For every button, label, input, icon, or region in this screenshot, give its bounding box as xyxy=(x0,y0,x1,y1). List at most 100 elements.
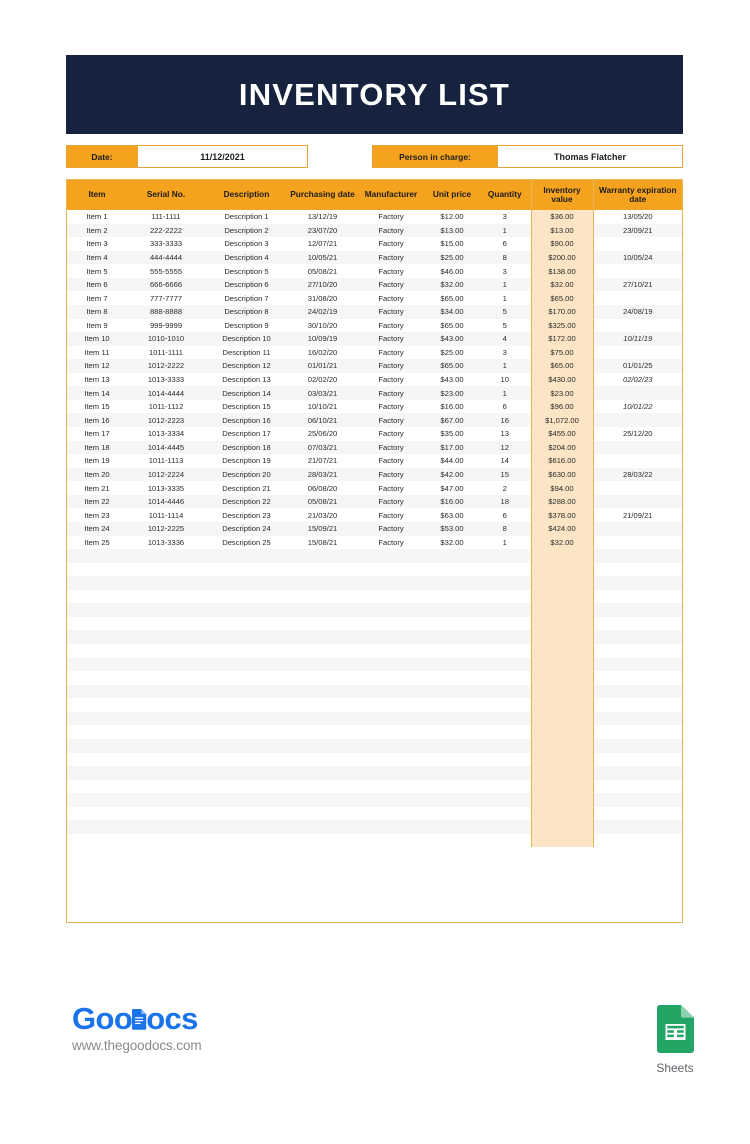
table-row[interactable]: Item 19 1011-1113 Description 19 21/07/21 Fa… xyxy=(67,454,682,468)
cell-inventory-value[interactable] xyxy=(530,766,594,780)
cell-unit-price[interactable]: $53.00 xyxy=(425,521,479,536)
cell-purchasing-date[interactable] xyxy=(288,779,357,794)
cell-unit-price[interactable]: $65.00 xyxy=(425,359,479,373)
cell-warranty-expiration-date[interactable]: 23/09/21 xyxy=(593,223,682,238)
cell-warranty-expiration-date[interactable] xyxy=(593,820,682,834)
table-row-empty[interactable] xyxy=(67,738,682,753)
cell-manufacturer[interactable]: Factory xyxy=(357,467,425,482)
cell-unit-price[interactable]: $35.00 xyxy=(425,427,479,441)
cell-manufacturer[interactable]: Factory xyxy=(357,454,425,468)
cell-item[interactable]: Item 15 xyxy=(67,399,127,414)
cell-serial-no[interactable]: 777-7777 xyxy=(127,291,205,305)
cell-serial-no[interactable] xyxy=(127,833,205,848)
cell-inventory-value[interactable]: $96.00 xyxy=(530,399,594,414)
cell-description[interactable]: Description 24 xyxy=(205,521,288,536)
cell-warranty-expiration-date[interactable] xyxy=(593,793,682,807)
cell-quantity[interactable] xyxy=(479,549,531,563)
cell-warranty-expiration-date[interactable]: 01/01/25 xyxy=(593,359,682,373)
cell-purchasing-date[interactable]: 31/08/20 xyxy=(288,291,357,305)
cell-serial-no[interactable] xyxy=(127,820,205,834)
cell-item[interactable]: Item 11 xyxy=(67,345,127,360)
cell-inventory-value[interactable]: $32.00 xyxy=(530,277,594,292)
cell-description[interactable]: Description 9 xyxy=(205,318,288,333)
cell-warranty-expiration-date[interactable] xyxy=(593,711,682,726)
cell-quantity[interactable]: 12 xyxy=(479,440,531,455)
cell-quantity[interactable]: 6 xyxy=(479,508,531,522)
cell-warranty-expiration-date[interactable] xyxy=(593,725,682,739)
cell-warranty-expiration-date[interactable] xyxy=(593,318,682,333)
cell-warranty-expiration-date[interactable] xyxy=(593,766,682,780)
cell-manufacturer[interactable] xyxy=(357,833,425,848)
cell-quantity[interactable]: 6 xyxy=(479,399,531,414)
cell-item[interactable] xyxy=(67,657,127,672)
column-header-quantity[interactable]: Quantity xyxy=(479,180,531,210)
cell-manufacturer[interactable]: Factory xyxy=(357,304,425,319)
table-row[interactable]: Item 4 444-4444 Description 4 10/05/21 Facto… xyxy=(67,250,682,265)
cell-manufacturer[interactable]: Factory xyxy=(357,535,425,550)
cell-unit-price[interactable] xyxy=(425,793,479,807)
cell-warranty-expiration-date[interactable] xyxy=(593,237,682,251)
cell-manufacturer[interactable]: Factory xyxy=(357,481,425,495)
cell-quantity[interactable]: 3 xyxy=(479,210,531,224)
cell-quantity[interactable] xyxy=(479,833,531,848)
cell-description[interactable] xyxy=(205,711,288,726)
cell-description[interactable]: Description 25 xyxy=(205,535,288,550)
cell-warranty-expiration-date[interactable] xyxy=(593,644,682,658)
cell-manufacturer[interactable] xyxy=(357,820,425,834)
cell-item[interactable] xyxy=(67,603,127,617)
cell-unit-price[interactable]: $25.00 xyxy=(425,345,479,360)
cell-description[interactable]: Description 23 xyxy=(205,508,288,522)
cell-item[interactable] xyxy=(67,576,127,590)
cell-purchasing-date[interactable]: 21/07/21 xyxy=(288,454,357,468)
cell-description[interactable] xyxy=(205,738,288,753)
cell-item[interactable] xyxy=(67,549,127,563)
table-row-empty[interactable] xyxy=(67,806,682,821)
cell-manufacturer[interactable] xyxy=(357,725,425,739)
cell-manufacturer[interactable]: Factory xyxy=(357,264,425,278)
cell-item[interactable]: Item 7 xyxy=(67,291,127,305)
cell-purchasing-date[interactable]: 13/12/19 xyxy=(288,210,357,224)
date-input[interactable]: 11/12/2021 xyxy=(137,146,307,167)
cell-manufacturer[interactable] xyxy=(357,630,425,644)
cell-unit-price[interactable] xyxy=(425,657,479,672)
cell-purchasing-date[interactable]: 05/08/21 xyxy=(288,264,357,278)
cell-warranty-expiration-date[interactable] xyxy=(593,684,682,699)
cell-inventory-value[interactable]: $23.00 xyxy=(530,386,594,400)
table-row-empty[interactable] xyxy=(67,603,682,617)
table-row[interactable]: Item 3 333-3333 Description 3 12/07/21 Facto… xyxy=(67,237,682,251)
cell-purchasing-date[interactable]: 10/05/21 xyxy=(288,250,357,265)
cell-quantity[interactable] xyxy=(479,738,531,753)
cell-quantity[interactable] xyxy=(479,766,531,780)
cell-unit-price[interactable]: $43.00 xyxy=(425,372,479,387)
table-row[interactable]: Item 6 666-6666 Description 6 27/10/20 Facto… xyxy=(67,277,682,292)
cell-description[interactable]: Description 21 xyxy=(205,481,288,495)
cell-unit-price[interactable] xyxy=(425,725,479,739)
cell-quantity[interactable] xyxy=(479,711,531,726)
cell-warranty-expiration-date[interactable]: 10/01/22 xyxy=(593,399,682,414)
cell-description[interactable]: Description 1 xyxy=(205,210,288,224)
cell-warranty-expiration-date[interactable]: 24/08/19 xyxy=(593,304,682,319)
cell-manufacturer[interactable] xyxy=(357,562,425,577)
table-row-empty[interactable] xyxy=(67,711,682,726)
cell-manufacturer[interactable]: Factory xyxy=(357,332,425,346)
cell-unit-price[interactable] xyxy=(425,630,479,644)
cell-warranty-expiration-date[interactable] xyxy=(593,494,682,509)
cell-quantity[interactable]: 2 xyxy=(479,481,531,495)
cell-item[interactable] xyxy=(67,684,127,699)
cell-unit-price[interactable]: $42.00 xyxy=(425,467,479,482)
table-row[interactable]: Item 14 1014-4444 Description 14 03/03/21 Fa… xyxy=(67,386,682,400)
cell-item[interactable] xyxy=(67,793,127,807)
cell-item[interactable] xyxy=(67,752,127,767)
cell-description[interactable] xyxy=(205,833,288,848)
cell-item[interactable]: Item 20 xyxy=(67,467,127,482)
cell-quantity[interactable] xyxy=(479,657,531,672)
cell-item[interactable] xyxy=(67,562,127,577)
cell-description[interactable] xyxy=(205,779,288,794)
cell-item[interactable] xyxy=(67,779,127,794)
cell-inventory-value[interactable] xyxy=(530,589,594,604)
cell-manufacturer[interactable] xyxy=(357,603,425,617)
cell-unit-price[interactable]: $17.00 xyxy=(425,440,479,455)
cell-unit-price[interactable] xyxy=(425,684,479,699)
cell-warranty-expiration-date[interactable] xyxy=(593,521,682,536)
cell-serial-no[interactable]: 1012-2224 xyxy=(127,467,205,482)
